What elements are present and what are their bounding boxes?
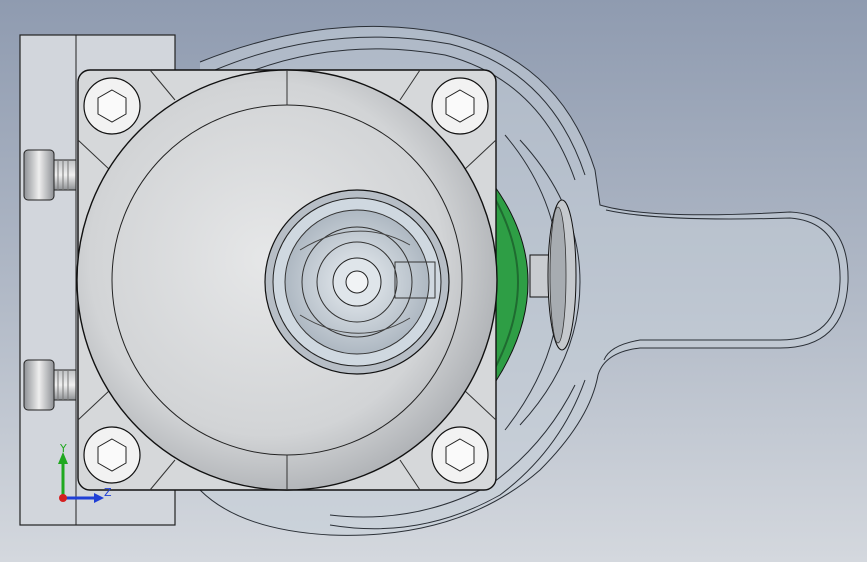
hex-socket-bolt-icon[interactable] bbox=[83, 77, 141, 135]
hex-socket-bolt-icon[interactable] bbox=[431, 426, 489, 484]
hex-socket-bolt-icon[interactable] bbox=[83, 426, 141, 484]
triad-y-label: Y bbox=[59, 442, 67, 455]
center-hub[interactable] bbox=[264, 189, 450, 375]
cad-3d-viewport[interactable]: Y Z bbox=[0, 0, 867, 562]
cad-model-scene[interactable]: Y Z bbox=[0, 0, 867, 562]
hex-socket-bolt-icon[interactable] bbox=[431, 77, 489, 135]
triad-z-label: Z bbox=[104, 486, 112, 499]
